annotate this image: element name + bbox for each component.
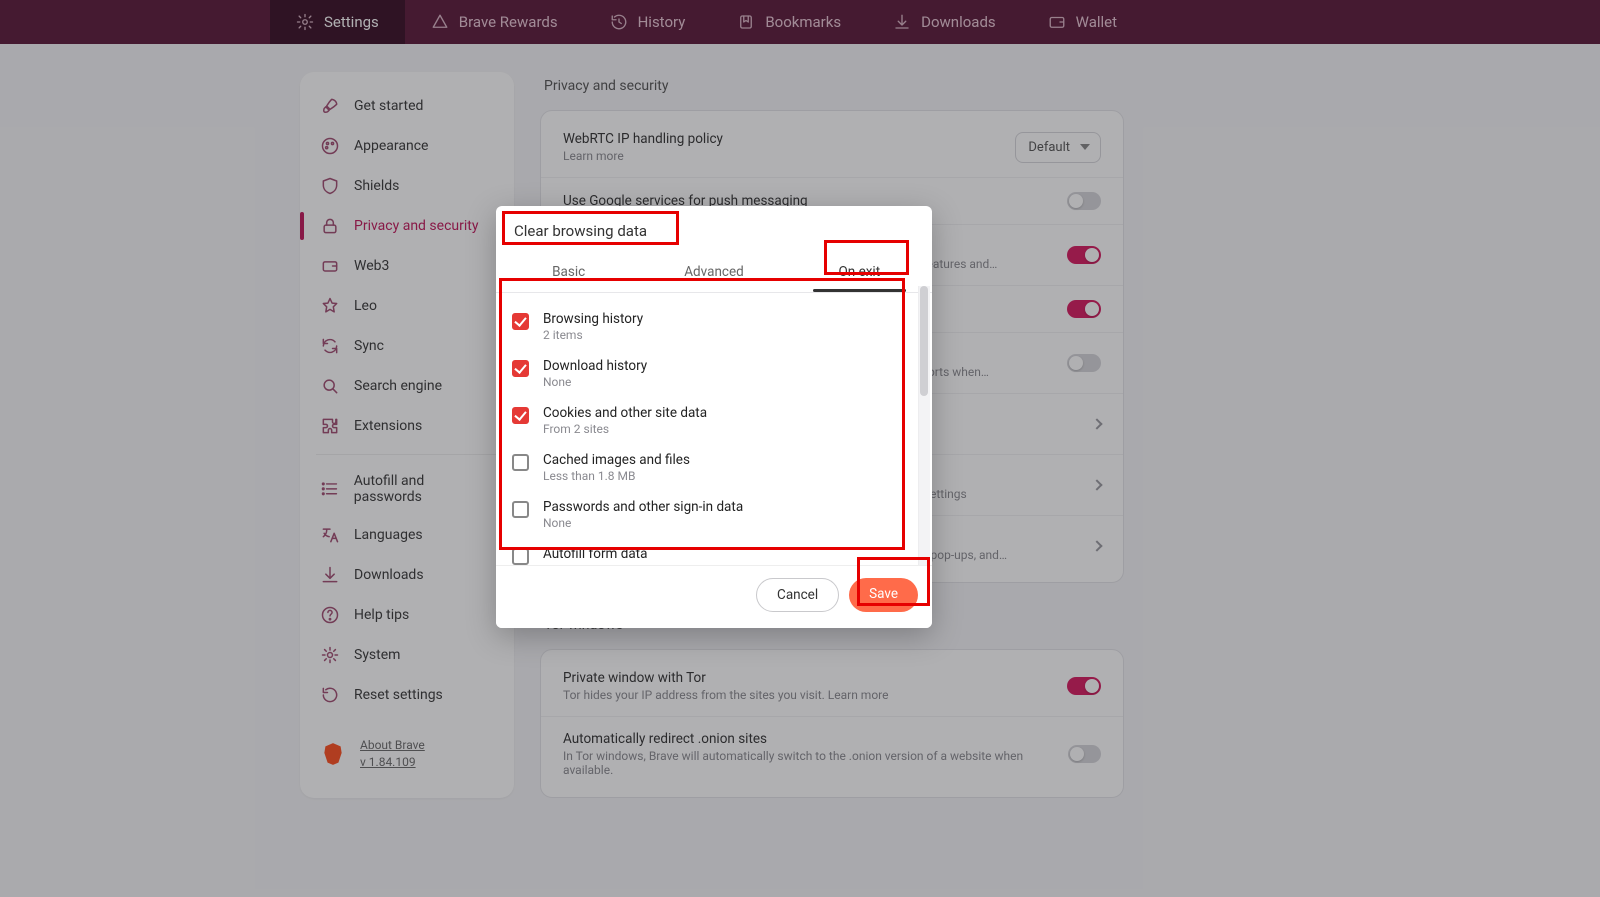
clear-option[interactable]: Download history None [510, 350, 920, 397]
option-label: Cookies and other site data [543, 405, 707, 421]
checkbox[interactable] [512, 548, 529, 565]
tab-basic[interactable]: Basic [496, 254, 641, 292]
option-sub: Less than 1.8 MB [543, 469, 690, 483]
tab-advanced[interactable]: Advanced [641, 254, 786, 292]
cancel-button[interactable]: Cancel [756, 578, 839, 612]
option-sub: None [543, 516, 743, 530]
clear-option[interactable]: Browsing history 2 items [510, 303, 920, 350]
option-label: Autofill form data [543, 546, 647, 562]
scrollbar-thumb[interactable] [920, 286, 928, 396]
clear-option[interactable]: Cached images and files Less than 1.8 MB [510, 444, 920, 491]
dialog-tabs: BasicAdvancedOn exit [496, 254, 932, 293]
option-sub: 2 items [543, 328, 643, 342]
checkbox[interactable] [512, 407, 529, 424]
option-label: Passwords and other sign-in data [543, 499, 743, 515]
option-sub: From 2 sites [543, 422, 707, 436]
dialog-scrollbar[interactable] [918, 286, 930, 574]
clear-option[interactable]: Passwords and other sign-in data None [510, 491, 920, 538]
clear-option[interactable]: Cookies and other site data From 2 sites [510, 397, 920, 444]
checkbox[interactable] [512, 454, 529, 471]
clear-option[interactable]: Autofill form data None [510, 538, 920, 565]
option-label: Download history [543, 358, 647, 374]
checkbox[interactable] [512, 313, 529, 330]
option-label: Cached images and files [543, 452, 690, 468]
dialog-title: Clear browsing data [496, 206, 932, 254]
tab-on-exit[interactable]: On exit [787, 254, 932, 292]
option-sub: None [543, 375, 647, 389]
dialog-actions: Cancel Save [496, 565, 932, 628]
dialog-options[interactable]: Browsing history 2 items Download histor… [496, 293, 932, 565]
checkbox[interactable] [512, 501, 529, 518]
checkbox[interactable] [512, 360, 529, 377]
option-label: Browsing history [543, 311, 643, 327]
clear-browsing-data-dialog: Clear browsing data BasicAdvancedOn exit… [496, 206, 932, 628]
save-button[interactable]: Save [849, 578, 918, 612]
